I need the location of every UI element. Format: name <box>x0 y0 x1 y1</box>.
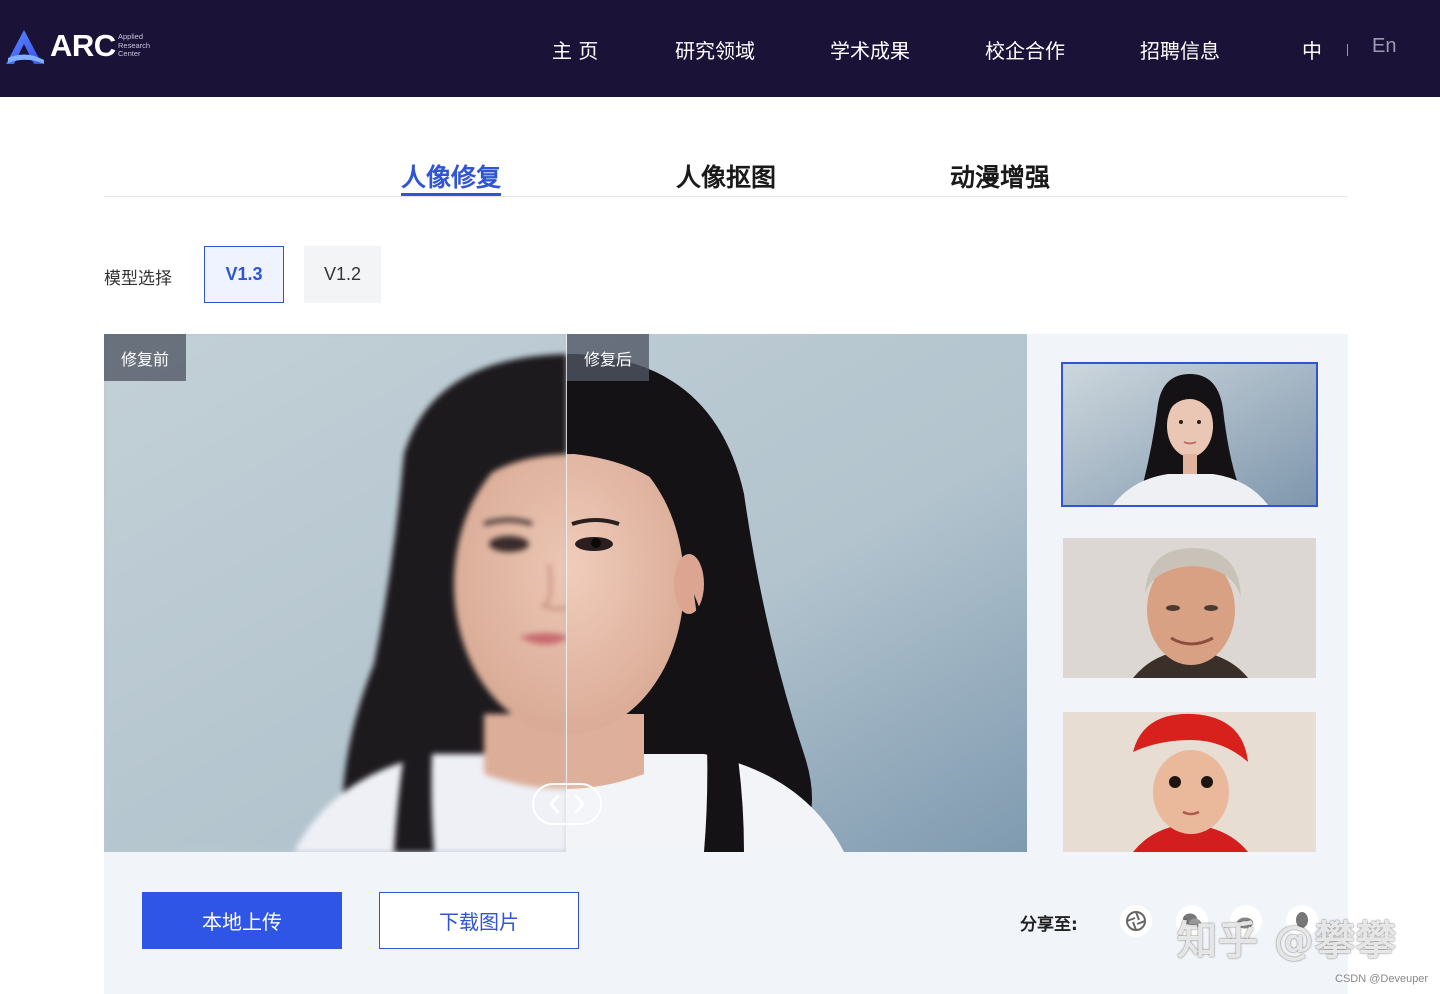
tab-portrait-restoration[interactable]: 人像修复 <box>401 158 501 194</box>
tab-portrait-matting[interactable]: 人像抠图 <box>676 158 776 194</box>
logo-subtitle: Applied Research Center <box>118 32 150 59</box>
model-option-v12[interactable]: V1.2 <box>304 246 381 303</box>
share-label: 分享至: <box>1020 915 1078 935</box>
tab-anime-enhancement[interactable]: 动漫增强 <box>950 158 1050 194</box>
young-woman-thumbnail-image <box>1063 364 1316 505</box>
tabs-baseline <box>104 196 1348 197</box>
left-right-chevrons-icon <box>549 794 585 814</box>
nav-academic-results[interactable]: 学术成果 <box>830 35 910 64</box>
baby-red-hat-thumbnail[interactable] <box>1063 712 1316 852</box>
comparison-divider-line <box>566 334 567 852</box>
model-option-v13[interactable]: V1.3 <box>204 246 284 303</box>
nav-careers[interactable]: 招聘信息 <box>1140 35 1220 64</box>
logo-wordmark: ARC <box>50 28 116 63</box>
comparison-slider-handle[interactable] <box>532 783 602 825</box>
camera-shutter-icon-glyph <box>1126 911 1146 931</box>
older-man-thumbnail[interactable] <box>1063 538 1316 678</box>
local-upload-button[interactable]: 本地上传 <box>142 892 342 949</box>
after-label: 修复后 <box>567 334 649 381</box>
download-image-button[interactable]: 下载图片 <box>379 892 579 949</box>
camera-shutter-icon[interactable] <box>1120 905 1152 937</box>
nav-industry-collaboration[interactable]: 校企合作 <box>985 35 1065 64</box>
after-image <box>567 334 1027 852</box>
logo-subtitle-line: Center <box>118 49 141 58</box>
top-navigation-bar: ARC Applied Research Center 主 页 研究领域 学术成… <box>0 0 1440 97</box>
csdn-credit: CSDN @Deveuper <box>1335 973 1429 985</box>
nav-research-areas[interactable]: 研究领域 <box>675 35 755 64</box>
model-select-label: 模型选择 <box>104 269 172 289</box>
older-man-thumbnail-image <box>1063 538 1316 678</box>
arc-logo[interactable]: ARC Applied Research Center <box>4 26 154 70</box>
portrait-scene-before <box>104 334 567 852</box>
portrait-scene-after <box>567 334 1027 852</box>
young-woman-thumbnail[interactable] <box>1063 364 1316 505</box>
baby-red-hat-thumbnail-image <box>1063 712 1316 852</box>
before-image <box>104 334 567 852</box>
language-chinese[interactable]: 中 <box>1302 35 1322 64</box>
language-divider <box>1347 44 1348 56</box>
language-english[interactable]: En <box>1372 35 1396 58</box>
before-label: 修复前 <box>104 334 186 381</box>
arc-logo-mark-icon <box>6 30 44 64</box>
active-tab-indicator <box>401 193 501 196</box>
zhihu-watermark: 知乎 @攀攀 <box>1177 918 1397 964</box>
nav-home[interactable]: 主 页 <box>552 35 598 64</box>
